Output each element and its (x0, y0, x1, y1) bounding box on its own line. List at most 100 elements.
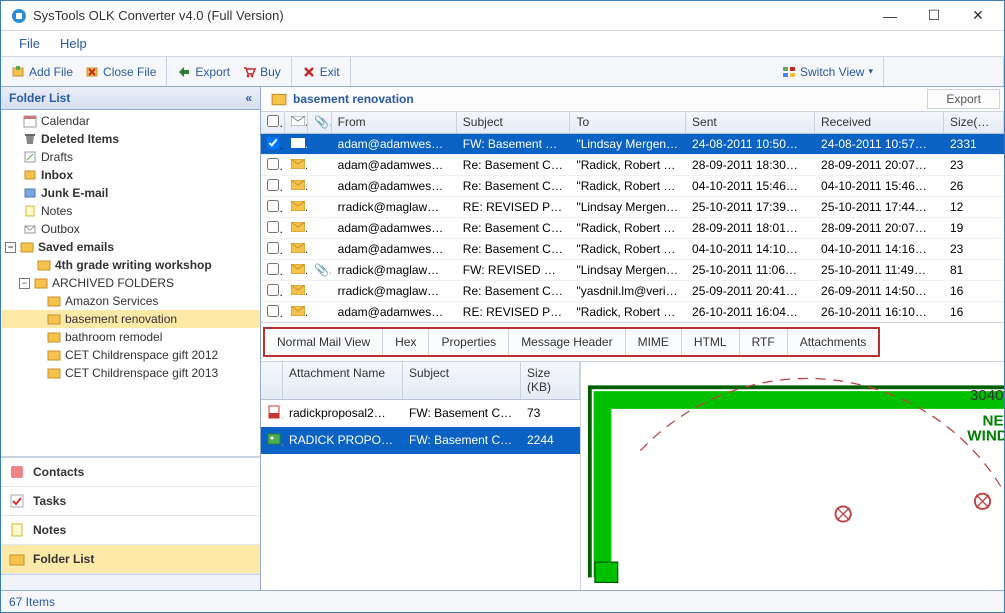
tree-outbox[interactable]: Outbox (1, 220, 260, 238)
menu-file[interactable]: File (9, 32, 50, 55)
col-checkbox[interactable] (261, 112, 285, 133)
buy-button[interactable]: Buy (236, 61, 287, 83)
cell-from: rradick@maglaw… (332, 282, 457, 300)
acell-name: radickproposal2… (283, 404, 403, 422)
tab-hex[interactable]: Hex (383, 329, 429, 355)
tree-drafts[interactable]: Drafts (1, 148, 260, 166)
envelope-icon (291, 201, 305, 211)
tab-properties[interactable]: Properties (429, 329, 509, 355)
svg-text:WINDOW: WINDOW (967, 428, 1004, 445)
row-checkbox[interactable] (267, 200, 279, 212)
table-row[interactable]: adam@adamwes…RE: REVISED PR…"Radick, Rob… (261, 302, 1004, 322)
table-row[interactable]: adam@adamwes…Re: Basement Co…"Radick, Ro… (261, 176, 1004, 197)
grid-header: 📎 From Subject To Sent Received Size(KB) (261, 112, 1004, 134)
tab-mime[interactable]: MIME (626, 329, 682, 355)
row-checkbox[interactable] (267, 284, 279, 296)
attachment-area: Attachment Name Subject Size (KB) radick… (261, 361, 1004, 590)
row-checkbox[interactable] (267, 179, 279, 191)
nav-folder-list[interactable]: Folder List (1, 545, 260, 574)
minimize-button[interactable]: — (868, 2, 912, 30)
exit-icon (302, 65, 316, 79)
nav-sections: Contacts Tasks Notes Folder List (1, 457, 260, 590)
tree-writing-workshop[interactable]: 4th grade writing workshop (1, 256, 260, 274)
collapse-toggle[interactable]: − (19, 278, 30, 289)
nav-notes[interactable]: Notes (1, 516, 260, 545)
cell-from: adam@adamwes… (332, 240, 457, 258)
row-checkbox[interactable] (267, 242, 279, 254)
folder-tree[interactable]: Calendar Deleted Items Drafts Inbox Junk… (1, 110, 260, 457)
table-row[interactable]: adam@adamwes…FW: Basement C…"Lindsay Mer… (261, 134, 1004, 155)
table-row[interactable]: rradick@maglaw…Re: Basement Co…"yasdnil.… (261, 281, 1004, 302)
menu-help[interactable]: Help (50, 32, 97, 55)
row-checkbox[interactable] (267, 158, 279, 170)
cell-from: adam@adamwes… (332, 303, 457, 321)
switch-view-button[interactable]: Switch View ▾ (776, 61, 879, 83)
table-row[interactable]: adam@adamwes…Re: Basement Co…"Radick, Ro… (261, 218, 1004, 239)
acell-size: 73 (521, 404, 580, 422)
tab-normal[interactable]: Normal Mail View (265, 329, 383, 355)
collapse-icon[interactable]: « (245, 91, 252, 105)
close-button[interactable]: ✕ (956, 2, 1000, 30)
tree-bathroom[interactable]: bathroom remodel (1, 328, 260, 346)
export-box[interactable]: Export (927, 89, 1000, 109)
acol-name[interactable]: Attachment Name (283, 362, 403, 399)
cell-size: 23 (944, 240, 1004, 258)
col-size[interactable]: Size(KB) (944, 112, 1004, 133)
col-attachment[interactable]: 📎 (308, 112, 332, 133)
acol-size[interactable]: Size (KB) (521, 362, 580, 399)
attachment-rows[interactable]: radickproposal2…FW: Basement C…73RADICK … (261, 400, 580, 454)
row-checkbox[interactable] (267, 221, 279, 233)
table-row[interactable]: adam@adamwes…Re: Basement Co…"Radick, Ro… (261, 239, 1004, 260)
attachment-row[interactable]: RADICK PROPO…FW: Basement C…2244 (261, 427, 580, 454)
tree-basement[interactable]: basement renovation (1, 310, 260, 328)
cell-to: "Radick, Robert … (570, 219, 686, 237)
tab-header[interactable]: Message Header (509, 329, 625, 355)
table-row[interactable]: 📎rradick@maglaw…FW: REVISED PR…"Lindsay … (261, 260, 1004, 281)
col-received[interactable]: Received (815, 112, 944, 133)
collapse-toggle[interactable]: − (5, 242, 16, 253)
export-button[interactable]: Export (171, 61, 236, 83)
cell-received: 25-10-2011 17:44… (815, 198, 944, 216)
exit-button[interactable]: Exit (296, 61, 346, 83)
acol-subject[interactable]: Subject (403, 362, 521, 399)
row-checkbox[interactable] (267, 263, 279, 275)
tree-calendar[interactable]: Calendar (1, 112, 260, 130)
tree-archived[interactable]: −ARCHIVED FOLDERS (1, 274, 260, 292)
nav-tasks[interactable]: Tasks (1, 487, 260, 516)
tab-rtf[interactable]: RTF (740, 329, 788, 355)
view-tabs: Normal Mail View Hex Properties Message … (263, 327, 880, 357)
cell-from: rradick@maglaw… (332, 198, 457, 216)
col-from[interactable]: From (332, 112, 457, 133)
row-checkbox[interactable] (267, 305, 279, 317)
contacts-icon (9, 464, 25, 480)
tab-attachments[interactable]: Attachments (788, 329, 879, 355)
tree-junk[interactable]: Junk E-mail (1, 184, 260, 202)
tree-cet2012[interactable]: CET Childrenspace gift 2012 (1, 346, 260, 364)
close-file-button[interactable]: Close File (79, 61, 162, 83)
add-file-button[interactable]: Add File (5, 61, 79, 83)
col-subject[interactable]: Subject (457, 112, 571, 133)
col-icon[interactable] (285, 112, 309, 133)
attachment-row[interactable]: radickproposal2…FW: Basement C…73 (261, 400, 580, 427)
pdf-icon (267, 405, 281, 419)
row-checkbox[interactable] (267, 137, 279, 149)
col-sent[interactable]: Sent (686, 112, 815, 133)
table-row[interactable]: adam@adamwes…Re: Basement Co…"Radick, Ro… (261, 155, 1004, 176)
nav-contacts[interactable]: Contacts (1, 458, 260, 487)
tree-notes[interactable]: Notes (1, 202, 260, 220)
cell-to: "Radick, Robert … (570, 177, 686, 195)
tree-amazon[interactable]: Amazon Services (1, 292, 260, 310)
tree-saved[interactable]: −Saved emails (1, 238, 260, 256)
table-row[interactable]: rradick@maglaw…RE: REVISED PR…"Lindsay M… (261, 197, 1004, 218)
tab-html[interactable]: HTML (682, 329, 740, 355)
attachment-preview[interactable]: 3040 NEW WINDOW (581, 362, 1004, 590)
calendar-icon (23, 114, 37, 128)
add-icon (11, 65, 25, 79)
col-to[interactable]: To (570, 112, 686, 133)
maximize-button[interactable]: ☐ (912, 2, 956, 30)
tree-deleted[interactable]: Deleted Items (1, 130, 260, 148)
tree-cet2013[interactable]: CET Childrenspace gift 2013 (1, 364, 260, 382)
cell-size: 19 (944, 219, 1004, 237)
tree-inbox[interactable]: Inbox (1, 166, 260, 184)
grid-body[interactable]: adam@adamwes…FW: Basement C…"Lindsay Mer… (261, 134, 1004, 322)
